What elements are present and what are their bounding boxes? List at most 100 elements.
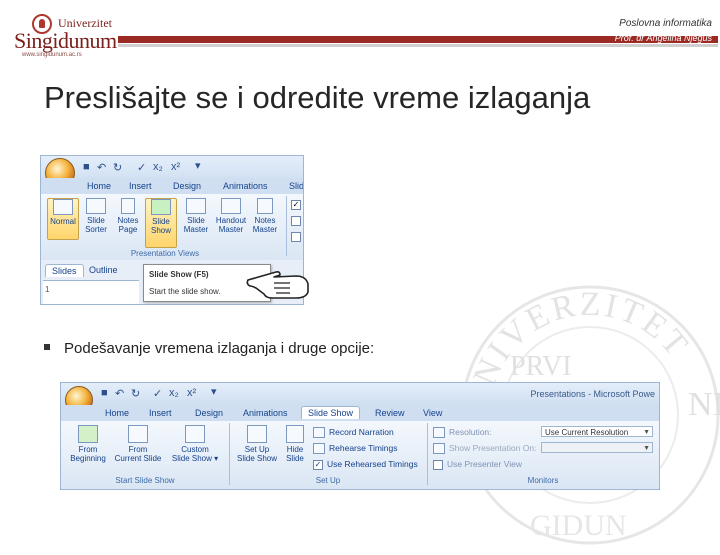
from-current-label1: From <box>128 445 148 454</box>
customize-qat-icon[interactable]: ▾ <box>195 159 201 172</box>
superscript-icon[interactable]: x² <box>171 161 180 173</box>
monitors-group-label: Monitors <box>527 476 559 485</box>
tab-review-2[interactable]: Review <box>375 408 405 418</box>
set-up-slide-show-button[interactable]: Set Up Slide Show <box>233 425 281 471</box>
tab-insert[interactable]: Insert <box>129 181 152 191</box>
tab-design-2[interactable]: Design <box>195 408 223 418</box>
tab-animations[interactable]: Animations <box>223 181 268 191</box>
bullet-item: Podešavanje vremena izlaganja i druge op… <box>44 340 374 357</box>
custom-label2: Slide Show ▾ <box>171 454 219 463</box>
start-slide-show-group-label: Start Slide Show <box>115 476 175 485</box>
undo-icon-2[interactable]: ↶ <box>115 387 124 400</box>
tab-design[interactable]: Design <box>173 181 201 191</box>
tab-view-2[interactable]: View <box>423 408 442 418</box>
notes-page-icon <box>121 198 135 214</box>
chevron-down-icon: ▼ <box>643 429 650 436</box>
tooltip-body: Start the slide show. <box>149 287 221 296</box>
normal-view-button[interactable]: Normal <box>47 198 79 240</box>
notes-master-button[interactable]: Notes Master <box>249 198 281 238</box>
professor-name: Prof. dr Angelina Njeguš <box>614 33 712 43</box>
watermark-side-text: NI <box>688 386 720 423</box>
notes-master-label2: Master <box>252 225 278 234</box>
gridlines-checkbox[interactable] <box>291 216 301 226</box>
hide-slide-button[interactable]: Hide Slide <box>283 425 307 471</box>
save-icon-2[interactable]: ■ <box>101 387 108 399</box>
slide-show-tab-body: From Beginning From Current Slide Custom… <box>61 421 659 489</box>
pointing-hand-icon <box>246 271 309 299</box>
resolution-dropdown[interactable]: Use Current Resolution ▼ <box>541 426 653 437</box>
watermark-bottom-text: GIDUN <box>530 509 627 542</box>
hide-label1: Hide <box>286 445 304 454</box>
tab-slide-show-2[interactable]: Slide Show <box>301 406 361 419</box>
from-beginning-icon <box>78 425 98 443</box>
from-beginning-label1: From <box>78 445 98 454</box>
monitor-icon <box>433 443 445 455</box>
set-up-group-label: Set Up <box>315 476 341 485</box>
record-narration-button[interactable]: Record Narration <box>313 427 394 439</box>
record-narration-label: Record Narration <box>329 427 394 437</box>
tooltip-title: Slide Show (F5) <box>149 270 209 279</box>
notes-master-label1: Notes <box>254 216 276 225</box>
slide-show-label2: Show <box>150 226 171 235</box>
handout-master-label1: Handout <box>215 216 247 225</box>
quick-access-toolbar-2: ■ ↶ ↻ ✓ x₂ x² ▾ Presentations - Microsof… <box>61 383 659 414</box>
tab-home[interactable]: Home <box>87 181 111 191</box>
ribbon-tabs-2: Home Insert Design Animations Slide Show… <box>61 405 659 421</box>
handout-master-icon <box>221 198 241 214</box>
notes-page-label2: Page <box>118 225 138 234</box>
custom-slide-show-icon <box>185 425 205 443</box>
spelling-icon[interactable]: ✓ <box>137 161 146 174</box>
notes-page-button[interactable]: Notes Page <box>113 198 143 238</box>
checkbox-unchecked-icon <box>433 459 443 470</box>
custom-label1: Custom <box>181 445 209 454</box>
checkbox-checked-icon: ✓ <box>313 459 323 470</box>
redo-icon-2[interactable]: ↻ <box>131 387 140 400</box>
save-icon[interactable]: ■ <box>83 161 90 173</box>
subscript-icon-2[interactable]: x₂ <box>169 387 179 399</box>
ribbon-screenshot-slide-show: ■ ↶ ↻ ✓ x₂ x² ▾ Presentations - Microsof… <box>60 382 660 490</box>
show-presentation-on-dropdown[interactable]: ▼ <box>541 442 653 453</box>
undo-icon[interactable]: ↶ <box>97 161 106 174</box>
slide-show-view-button[interactable]: Slide Show <box>145 198 177 248</box>
tab-insert-2[interactable]: Insert <box>149 408 172 418</box>
slides-pane-tab[interactable]: Slides <box>45 264 84 277</box>
slide-show-label1: Slide <box>152 217 170 226</box>
notes-master-icon <box>257 198 273 214</box>
from-current-label2: Current Slide <box>114 454 162 463</box>
resolution-label-row: Resolution: <box>433 427 492 439</box>
resolution-value: Use Current Resolution <box>545 428 629 437</box>
handout-master-label2: Master <box>218 225 244 234</box>
message-bar-checkbox[interactable] <box>291 232 301 242</box>
rehearse-timings-button[interactable]: Rehearse Timings <box>313 443 398 455</box>
tab-animations-2[interactable]: Animations <box>243 408 288 418</box>
spelling-icon-2[interactable]: ✓ <box>153 387 162 400</box>
slide-master-icon <box>186 198 206 214</box>
bullet-text: Podešavanje vremena izlaganja i druge op… <box>64 340 375 357</box>
customize-qat-icon-2[interactable]: ▾ <box>211 385 217 398</box>
logo-name: Singidunum <box>14 28 117 53</box>
slide-title: Preslišajte se i odredite vreme izlaganj… <box>44 80 591 115</box>
from-beginning-button[interactable]: From Beginning <box>65 425 111 471</box>
redo-icon[interactable]: ↻ <box>113 161 122 174</box>
from-current-slide-button[interactable]: From Current Slide <box>111 425 165 471</box>
custom-slide-show-button[interactable]: Custom Slide Show ▾ <box>169 425 221 471</box>
handout-master-button[interactable]: Handout Master <box>213 198 249 238</box>
ruler-checkbox[interactable]: ✓ <box>291 200 301 210</box>
tab-home-2[interactable]: Home <box>105 408 129 418</box>
slide-sorter-button[interactable]: Slide Sorter <box>81 198 111 238</box>
superscript-icon-2[interactable]: x² <box>187 387 196 399</box>
slide-show-icon <box>151 199 171 215</box>
tab-slide-show[interactable]: Slid <box>289 181 303 191</box>
subscript-icon[interactable]: x₂ <box>153 161 163 173</box>
slide-master-button[interactable]: Slide Master <box>181 198 211 238</box>
rehearse-timings-label: Rehearse Timings <box>329 443 398 453</box>
group-separator <box>286 196 287 256</box>
group-separator-3 <box>427 423 428 485</box>
outline-pane-tab[interactable]: Outline <box>89 265 118 275</box>
from-beginning-label2: Beginning <box>70 454 106 463</box>
use-presenter-view-checkbox[interactable]: Use Presenter View <box>433 459 522 470</box>
setup-label2: Slide Show <box>236 454 278 463</box>
use-rehearsed-timings-checkbox[interactable]: ✓ Use Rehearsed Timings <box>313 459 418 470</box>
chevron-down-icon-2: ▼ <box>643 445 650 452</box>
slide-sorter-label2: Sorter <box>85 225 107 234</box>
